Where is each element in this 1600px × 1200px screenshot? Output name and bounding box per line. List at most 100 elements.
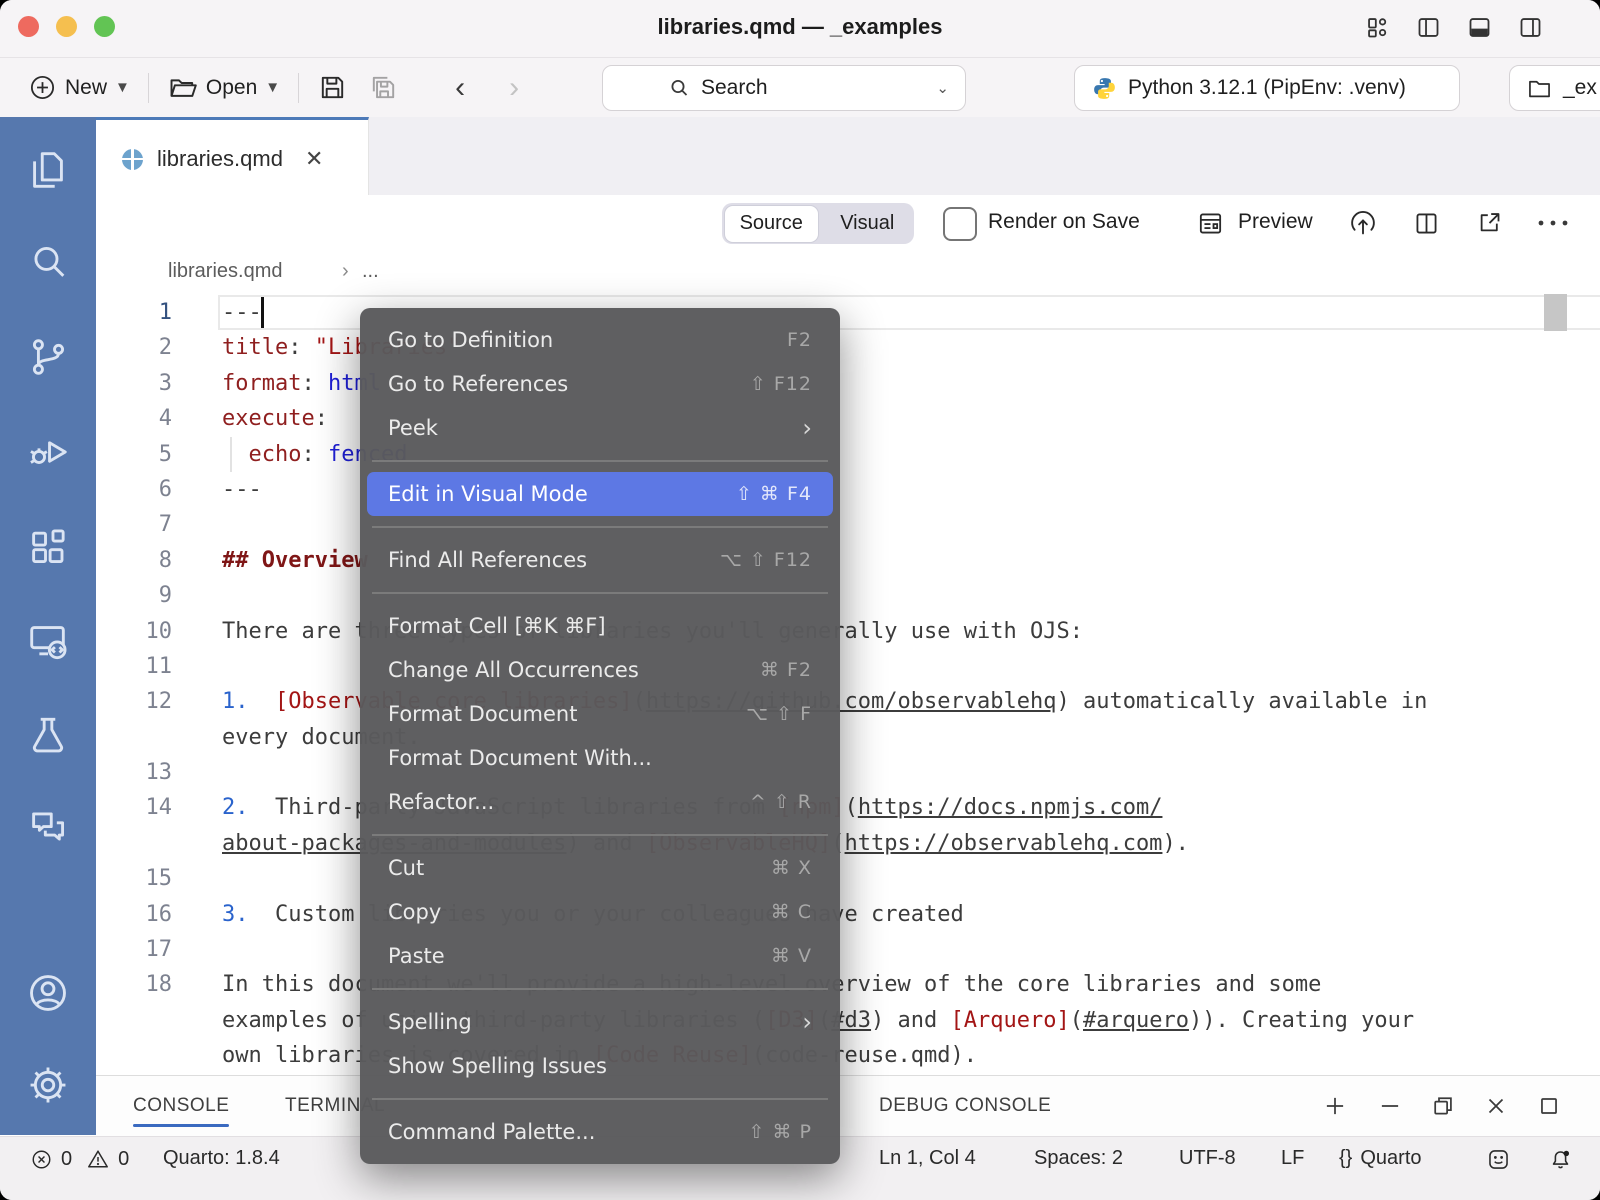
interpreter-selector[interactable]: Python 3.12.1 (PipEnv: .venv) (1074, 65, 1460, 111)
source-mode-button[interactable]: Source (725, 206, 819, 242)
panel-tab-debug-console[interactable]: DEBUG CONSOLE (879, 1076, 1051, 1136)
source-control-icon[interactable] (25, 334, 71, 380)
language-mode-status[interactable]: {} Quarto (1339, 1147, 1422, 1170)
code-line[interactable]: every document. (96, 720, 1600, 755)
save-all-button[interactable] (368, 72, 399, 103)
settings-gear-icon[interactable] (25, 1062, 71, 1108)
open-button[interactable]: Open ▼ (167, 72, 280, 103)
panel-close-icon[interactable] (1483, 1093, 1509, 1119)
navigate-forward-button[interactable]: › (509, 71, 519, 105)
panel-maximize-icon[interactable] (1536, 1093, 1562, 1119)
run-debug-icon[interactable] (25, 429, 71, 475)
code-line[interactable]: 7 (96, 507, 1600, 542)
code-line[interactable]: 6--- (96, 472, 1600, 507)
visual-mode-button[interactable]: Visual (821, 203, 915, 244)
code-line[interactable]: examples of using third-party libraries … (96, 1003, 1600, 1038)
menu-item-refactor[interactable]: Refactor...^ ⇧ R (360, 780, 840, 824)
editor-scrollbar[interactable] (1544, 294, 1567, 331)
code-line[interactable]: 13 (96, 755, 1600, 790)
menu-item-peek[interactable]: Peek› (360, 406, 840, 450)
breadcrumb-file[interactable]: libraries.qmd (168, 260, 282, 283)
extensions-icon[interactable] (25, 524, 71, 570)
eol-status[interactable]: LF (1281, 1147, 1304, 1170)
code-line[interactable]: 18In this document we'll provide a high-… (96, 967, 1600, 1002)
panel-tab-console[interactable]: CONSOLE (133, 1076, 229, 1136)
breadcrumb-more[interactable]: ... (362, 260, 379, 283)
code-line[interactable]: 163. Custom libraries you or your collea… (96, 897, 1600, 932)
menu-item-paste[interactable]: Paste⌘ V (360, 934, 840, 978)
code-line[interactable]: 11 (96, 649, 1600, 684)
save-button[interactable] (317, 72, 348, 103)
preview-icon[interactable] (1196, 209, 1225, 238)
account-icon[interactable] (25, 970, 71, 1016)
toggle-sidebar-icon[interactable] (1415, 14, 1442, 41)
new-button[interactable]: New ▼ (28, 73, 130, 102)
search-box[interactable]: Search ⌄ (602, 65, 966, 111)
testing-icon[interactable] (25, 712, 71, 758)
project-selector[interactable]: _ex (1509, 65, 1600, 111)
chat-icon[interactable] (25, 804, 71, 850)
code-line[interactable]: about-packages-and-modules) and [Observa… (96, 826, 1600, 861)
menu-item-go-to-definition[interactable]: Go to DefinitionF2 (360, 318, 840, 362)
publish-icon[interactable] (1348, 209, 1378, 239)
menu-item-copy[interactable]: Copy⌘ C (360, 890, 840, 934)
code-line[interactable]: 5 echo: fenced (96, 437, 1600, 472)
menu-item-format-document[interactable]: Format Document⌥ ⇧ F (360, 692, 840, 736)
code-line[interactable]: 4execute: (96, 401, 1600, 436)
menu-item-find-all-references[interactable]: Find All References⌥ ⇧ F12 (360, 538, 840, 582)
close-window-button[interactable] (18, 16, 39, 37)
code-line[interactable]: 8## Overview (96, 543, 1600, 578)
explorer-icon[interactable] (25, 147, 71, 193)
menu-item-format-document-with[interactable]: Format Document With... (360, 736, 840, 780)
toggle-secondary-sidebar-icon[interactable] (1517, 14, 1544, 41)
menu-shortcut: ⌘ C (771, 901, 812, 923)
zoom-window-button[interactable] (94, 16, 115, 37)
code-line[interactable]: 3format: html (96, 366, 1600, 401)
toggle-panel-icon[interactable] (1466, 14, 1493, 41)
menu-separator (372, 1098, 828, 1100)
code-line[interactable]: 15 (96, 861, 1600, 896)
quarto-version-status[interactable]: Quarto: 1.8.4 (163, 1147, 280, 1170)
navigate-back-button[interactable]: ‹ (455, 71, 465, 105)
menu-item-command-palette[interactable]: Command Palette...⇧ ⌘ P (360, 1110, 840, 1154)
code-line[interactable]: 10There are three types of libraries you… (96, 614, 1600, 649)
encoding-status[interactable]: UTF-8 (1179, 1147, 1236, 1170)
menu-separator (372, 988, 828, 990)
menu-item-cut[interactable]: Cut⌘ X (360, 846, 840, 890)
code-line[interactable]: own libraries is covered in [Code Reuse]… (96, 1038, 1600, 1073)
panel-add-icon[interactable] (1322, 1093, 1348, 1119)
code-editor[interactable]: 1---2title: "Libraries"3format: html4exe… (96, 295, 1600, 1075)
panel-minimize-icon[interactable] (1377, 1093, 1403, 1119)
menu-item-edit-in-visual-mode[interactable]: Edit in Visual Mode⇧ ⌘ F4 (367, 472, 833, 516)
more-actions-icon[interactable] (1536, 217, 1570, 229)
code-line[interactable]: 121. [Observable core libraries](https:/… (96, 684, 1600, 719)
line-number: 9 (96, 578, 172, 613)
menu-item-format-cell-k-f[interactable]: Format Cell [⌘K ⌘F] (360, 604, 840, 648)
preview-label[interactable]: Preview (1238, 210, 1313, 234)
code-line[interactable]: 2title: "Libraries" (96, 330, 1600, 365)
menu-item-spelling[interactable]: Spelling› (360, 1000, 840, 1044)
menu-item-go-to-references[interactable]: Go to References⇧ F12 (360, 362, 840, 406)
search-view-icon[interactable] (25, 239, 71, 285)
line-number: 8 (96, 543, 172, 578)
close-tab-icon[interactable]: ✕ (305, 146, 323, 172)
open-external-icon[interactable] (1476, 209, 1503, 236)
menu-item-change-all-occurrences[interactable]: Change All Occurrences⌘ F2 (360, 648, 840, 692)
render-on-save-checkbox[interactable] (943, 207, 977, 241)
quarto-file-icon (122, 149, 143, 170)
tab-libraries-qmd[interactable]: libraries.qmd ✕ (96, 117, 369, 198)
panel-restore-icon[interactable] (1430, 1093, 1456, 1119)
minimize-window-button[interactable] (56, 16, 77, 37)
problems-status[interactable]: 0 0 (30, 1147, 129, 1171)
split-editor-icon[interactable] (1412, 209, 1441, 238)
notifications-bell-icon[interactable] (1548, 1147, 1573, 1172)
customize-layout-icon[interactable] (1364, 14, 1391, 41)
code-line[interactable]: 17 (96, 932, 1600, 967)
indentation-status[interactable]: Spaces: 2 (1034, 1147, 1123, 1170)
feedback-smiley-icon[interactable] (1486, 1147, 1511, 1172)
sessions-icon[interactable] (25, 618, 71, 664)
menu-item-show-spelling-issues[interactable]: Show Spelling Issues (360, 1044, 840, 1088)
cursor-position-status[interactable]: Ln 1, Col 4 (879, 1147, 976, 1170)
code-line[interactable]: 9 (96, 578, 1600, 613)
code-line[interactable]: 142. Third-party JavaScript libraries fr… (96, 790, 1600, 825)
